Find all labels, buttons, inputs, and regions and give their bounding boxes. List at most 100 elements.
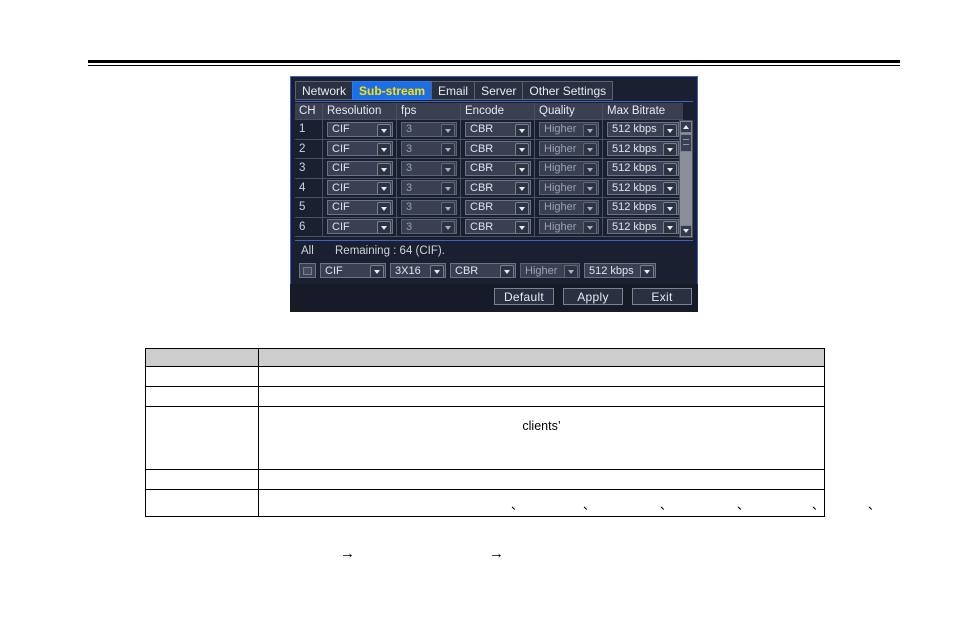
exit-button[interactable]: Exit — [632, 288, 692, 305]
bitrate-select-2[interactable]: 512 kbps — [607, 141, 679, 157]
chevron-down-icon[interactable] — [515, 143, 529, 156]
encode-select-1[interactable]: CBR — [465, 121, 531, 137]
chevron-down-icon[interactable] — [377, 221, 391, 234]
chevron-down-icon[interactable] — [441, 162, 455, 175]
fps-select-2[interactable]: 3 — [401, 141, 457, 157]
resolution-select-5[interactable]: CIF — [327, 199, 393, 215]
resolution-select-6[interactable]: CIF — [327, 219, 393, 235]
doc-cell-description: clients’ — [258, 406, 825, 470]
punctuation-mark: 、 — [812, 498, 825, 512]
resolution-select-4[interactable]: CIF — [327, 180, 393, 196]
tab-email[interactable]: Email — [431, 81, 475, 100]
chevron-down-icon[interactable] — [583, 201, 597, 214]
cell-channel-number: 3 — [295, 159, 323, 179]
chevron-down-icon[interactable] — [640, 265, 654, 277]
chevron-down-icon[interactable] — [441, 201, 455, 214]
chevron-down-icon[interactable] — [441, 182, 455, 195]
chevron-down-icon[interactable] — [441, 221, 455, 234]
doc-cell-description — [258, 386, 825, 407]
chevron-down-icon[interactable] — [583, 162, 597, 175]
bitrate-select-6[interactable]: 512 kbps — [607, 219, 679, 235]
chevron-down-icon[interactable] — [663, 143, 677, 156]
chevron-down-icon[interactable] — [377, 182, 391, 195]
chevron-down-icon[interactable] — [515, 162, 529, 175]
apply-button[interactable]: Apply — [563, 288, 623, 305]
all-select-checkbox[interactable] — [299, 263, 316, 278]
chevron-down-icon[interactable] — [441, 143, 455, 156]
encode-select-6[interactable]: CBR — [465, 219, 531, 235]
tab-server[interactable]: Server — [474, 81, 523, 100]
cell-quality: Higher — [535, 139, 603, 159]
chevron-down-icon[interactable] — [377, 143, 391, 156]
chevron-down-icon[interactable] — [515, 182, 529, 195]
scroll-down-button[interactable] — [680, 225, 692, 237]
encode-select-5[interactable]: CBR — [465, 199, 531, 215]
tab-sub-stream[interactable]: Sub-stream — [352, 81, 432, 100]
tab-network[interactable]: Network — [295, 81, 353, 100]
chevron-down-icon[interactable] — [500, 265, 514, 277]
cell-max-bitrate: 512 kbps — [603, 198, 683, 218]
encode-select-4[interactable]: CBR — [465, 180, 531, 196]
chevron-down-icon[interactable] — [564, 265, 578, 277]
grid-vertical-scrollbar[interactable] — [679, 120, 693, 238]
resolution-value: CIF — [332, 201, 350, 214]
fps-select-4[interactable]: 3 — [401, 180, 457, 196]
resolution-value: CIF — [325, 264, 343, 277]
quality-select-6[interactable]: Higher — [539, 219, 599, 235]
resolution-value: CIF — [332, 142, 350, 155]
chevron-down-icon[interactable] — [515, 123, 529, 136]
encode-value: CBR — [470, 181, 494, 194]
chevron-down-icon[interactable] — [583, 123, 597, 136]
resolution-value: CIF — [332, 162, 350, 175]
chevron-down-icon[interactable] — [377, 162, 391, 175]
quality-select-2[interactable]: Higher — [539, 141, 599, 157]
all-quality-select[interactable]: Higher — [520, 263, 580, 278]
resolution-select-3[interactable]: CIF — [327, 160, 393, 176]
tab-other-settings[interactable]: Other Settings — [522, 81, 614, 100]
resolution-select-2[interactable]: CIF — [327, 141, 393, 157]
quality-select-1[interactable]: Higher — [539, 121, 599, 137]
bitrate-select-4[interactable]: 512 kbps — [607, 180, 679, 196]
scrollbar-thumb[interactable] — [680, 134, 692, 152]
fps-select-6[interactable]: 3 — [401, 219, 457, 235]
cell-channel-number: 5 — [295, 198, 323, 218]
fps-value: 3X16 — [395, 264, 421, 277]
chevron-down-icon[interactable] — [663, 162, 677, 175]
encode-value: CBR — [455, 264, 479, 277]
chevron-down-icon[interactable] — [370, 265, 384, 277]
all-fps-select[interactable]: 3X16 — [390, 263, 446, 278]
chevron-down-icon[interactable] — [663, 123, 677, 136]
all-resolution-select[interactable]: CIF — [320, 263, 386, 278]
default-button[interactable]: Default — [494, 288, 554, 305]
chevron-down-icon[interactable] — [515, 221, 529, 234]
scroll-up-button[interactable] — [680, 121, 692, 133]
quality-select-3[interactable]: Higher — [539, 160, 599, 176]
all-bitrate-select[interactable]: 512 kbps — [584, 263, 656, 278]
chevron-down-icon[interactable] — [377, 201, 391, 214]
chevron-down-icon[interactable] — [583, 143, 597, 156]
column-header-encode: Encode — [461, 103, 535, 120]
chevron-down-icon[interactable] — [515, 201, 529, 214]
encode-select-2[interactable]: CBR — [465, 141, 531, 157]
fps-select-3[interactable]: 3 — [401, 160, 457, 176]
chevron-down-icon[interactable] — [663, 221, 677, 234]
chevron-down-icon[interactable] — [441, 123, 455, 136]
fps-select-5[interactable]: 3 — [401, 199, 457, 215]
chevron-down-icon[interactable] — [663, 182, 677, 195]
resolution-value: CIF — [332, 123, 350, 136]
fps-select-1[interactable]: 3 — [401, 121, 457, 137]
all-encode-select[interactable]: CBR — [450, 263, 516, 278]
chevron-down-icon[interactable] — [430, 265, 444, 277]
quality-select-5[interactable]: Higher — [539, 199, 599, 215]
bitrate-select-3[interactable]: 512 kbps — [607, 160, 679, 176]
chevron-down-icon[interactable] — [583, 182, 597, 195]
chevron-down-icon[interactable] — [583, 221, 597, 234]
quality-select-4[interactable]: Higher — [539, 180, 599, 196]
resolution-select-1[interactable]: CIF — [327, 121, 393, 137]
bitrate-select-5[interactable]: 512 kbps — [607, 199, 679, 215]
chevron-down-icon[interactable] — [663, 201, 677, 214]
chevron-down-icon[interactable] — [377, 123, 391, 136]
encode-value: CBR — [470, 162, 494, 175]
bitrate-select-1[interactable]: 512 kbps — [607, 121, 679, 137]
encode-select-3[interactable]: CBR — [465, 160, 531, 176]
